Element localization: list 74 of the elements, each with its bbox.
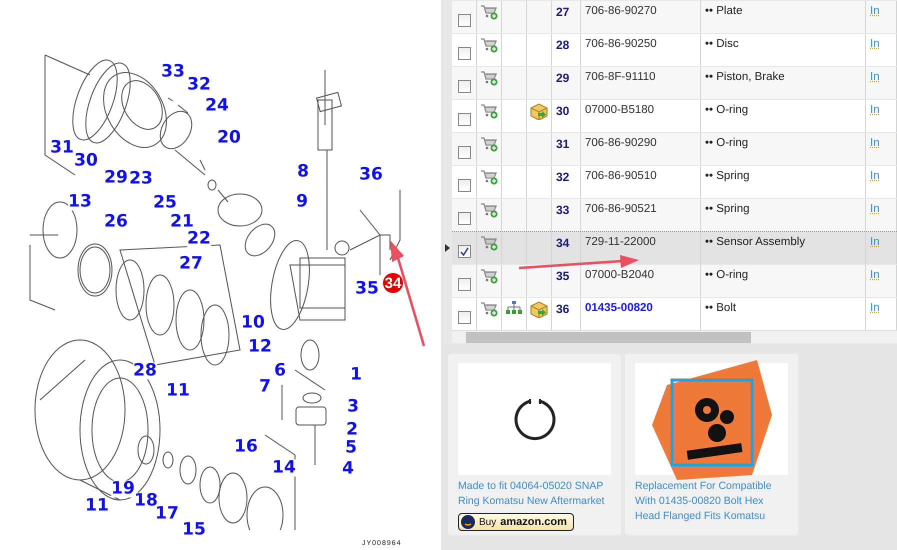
part-description: •• O-ring <box>705 269 748 281</box>
item-number: 29 <box>556 71 570 85</box>
package-icon[interactable] <box>530 301 548 318</box>
part-description: •• Spring <box>705 203 750 215</box>
cart-add-icon[interactable] <box>480 202 498 218</box>
cart-add-icon[interactable] <box>480 4 498 20</box>
cart-add-icon[interactable] <box>480 268 498 284</box>
item-number: 30 <box>556 104 570 118</box>
callout-number: 19 <box>111 480 135 498</box>
row-checkbox[interactable] <box>458 146 470 159</box>
item-number: 36 <box>556 302 570 316</box>
cart-add-icon[interactable] <box>480 169 498 185</box>
highlighted-callout: 34 <box>383 273 403 293</box>
callout-number: 13 <box>68 194 92 210</box>
row-checkbox[interactable] <box>458 278 470 291</box>
buy-button[interactable]: Buy amazon.com <box>458 513 574 531</box>
row-checkbox[interactable] <box>458 212 470 225</box>
parts-row[interactable]: 35 07000-B2040 •• O-ring In <box>452 264 897 297</box>
row-checkbox[interactable] <box>458 14 470 27</box>
part-description: •• Bolt <box>705 302 736 314</box>
cart-add-icon[interactable] <box>480 136 498 152</box>
parts-row[interactable]: 31 706-86-90290 •• O-ring In <box>452 132 897 165</box>
parts-row[interactable]: 32 706-86-90510 •• Spring In <box>452 165 897 198</box>
cart-add-icon[interactable] <box>480 301 498 317</box>
row-checkbox[interactable] <box>458 245 470 258</box>
part-description: •• Piston, Brake <box>705 71 785 83</box>
item-number: 32 <box>556 170 570 184</box>
part-number[interactable]: 01435-00820 <box>585 302 653 314</box>
row-checkbox[interactable] <box>458 311 470 324</box>
snap-ring-drawing <box>512 397 556 441</box>
part-number: 706-86-90270 <box>585 5 657 17</box>
part-description: •• Disc <box>705 38 739 50</box>
cart-add-icon[interactable] <box>480 235 498 251</box>
part-number: 706-86-90290 <box>585 137 657 149</box>
callout-number: 14 <box>272 460 296 476</box>
part-number: 07000-B5180 <box>585 104 654 116</box>
cart-add-icon[interactable] <box>480 70 498 86</box>
part-number: 706-86-90521 <box>585 203 657 215</box>
row-checkbox[interactable] <box>458 179 470 192</box>
part-description: •• Plate <box>705 5 742 17</box>
part-number: 706-86-90250 <box>585 38 657 50</box>
part-number: 706-8F-91110 <box>585 71 656 83</box>
cart-add-icon[interactable] <box>480 103 498 119</box>
hierarchy-icon[interactable] <box>506 301 522 314</box>
part-number: 729-11-22000 <box>585 236 656 248</box>
row-checkbox[interactable] <box>458 47 470 60</box>
part-description: •• Sensor Assembly <box>705 236 806 248</box>
cart-add-icon[interactable] <box>480 37 498 53</box>
item-number: 27 <box>556 5 570 19</box>
parts-row[interactable]: 30 07000-B5180 •• O-ring In <box>452 99 897 132</box>
part-description: •• Spring <box>705 170 750 182</box>
item-number: 28 <box>556 38 570 52</box>
row-checkbox[interactable] <box>458 80 470 93</box>
scrollbar-thumb[interactable] <box>466 332 751 342</box>
part-description: •• O-ring <box>705 104 748 116</box>
parts-row[interactable]: 36 01435-00820 •• Bolt In <box>452 297 897 330</box>
part-description: •• O-ring <box>705 137 748 149</box>
parts-row[interactable]: 29 706-8F-91110 •• Piston, Brake In <box>452 66 897 99</box>
part-number: 706-86-90510 <box>585 170 657 182</box>
item-number: 31 <box>556 137 570 151</box>
row-checkbox[interactable] <box>458 113 470 126</box>
callout-number: 28 <box>133 362 157 380</box>
parts-row[interactable]: 28 706-86-90250 •• Disc In <box>452 33 897 66</box>
part-number: 07000-B2040 <box>585 269 654 281</box>
package-icon[interactable] <box>530 103 548 120</box>
item-number: 33 <box>556 203 570 217</box>
item-number: 35 <box>556 269 570 283</box>
parts-row[interactable]: 27 706-86-90270 •• Plate In <box>452 0 897 33</box>
parts-row[interactable]: 33 706-86-90521 •• Spring In <box>452 198 897 231</box>
item-number: 34 <box>556 236 570 250</box>
callout-number: 22 <box>187 230 211 248</box>
check-icon <box>460 247 468 256</box>
row-pointer-icon <box>445 244 450 252</box>
store-logo-icon <box>461 515 475 529</box>
